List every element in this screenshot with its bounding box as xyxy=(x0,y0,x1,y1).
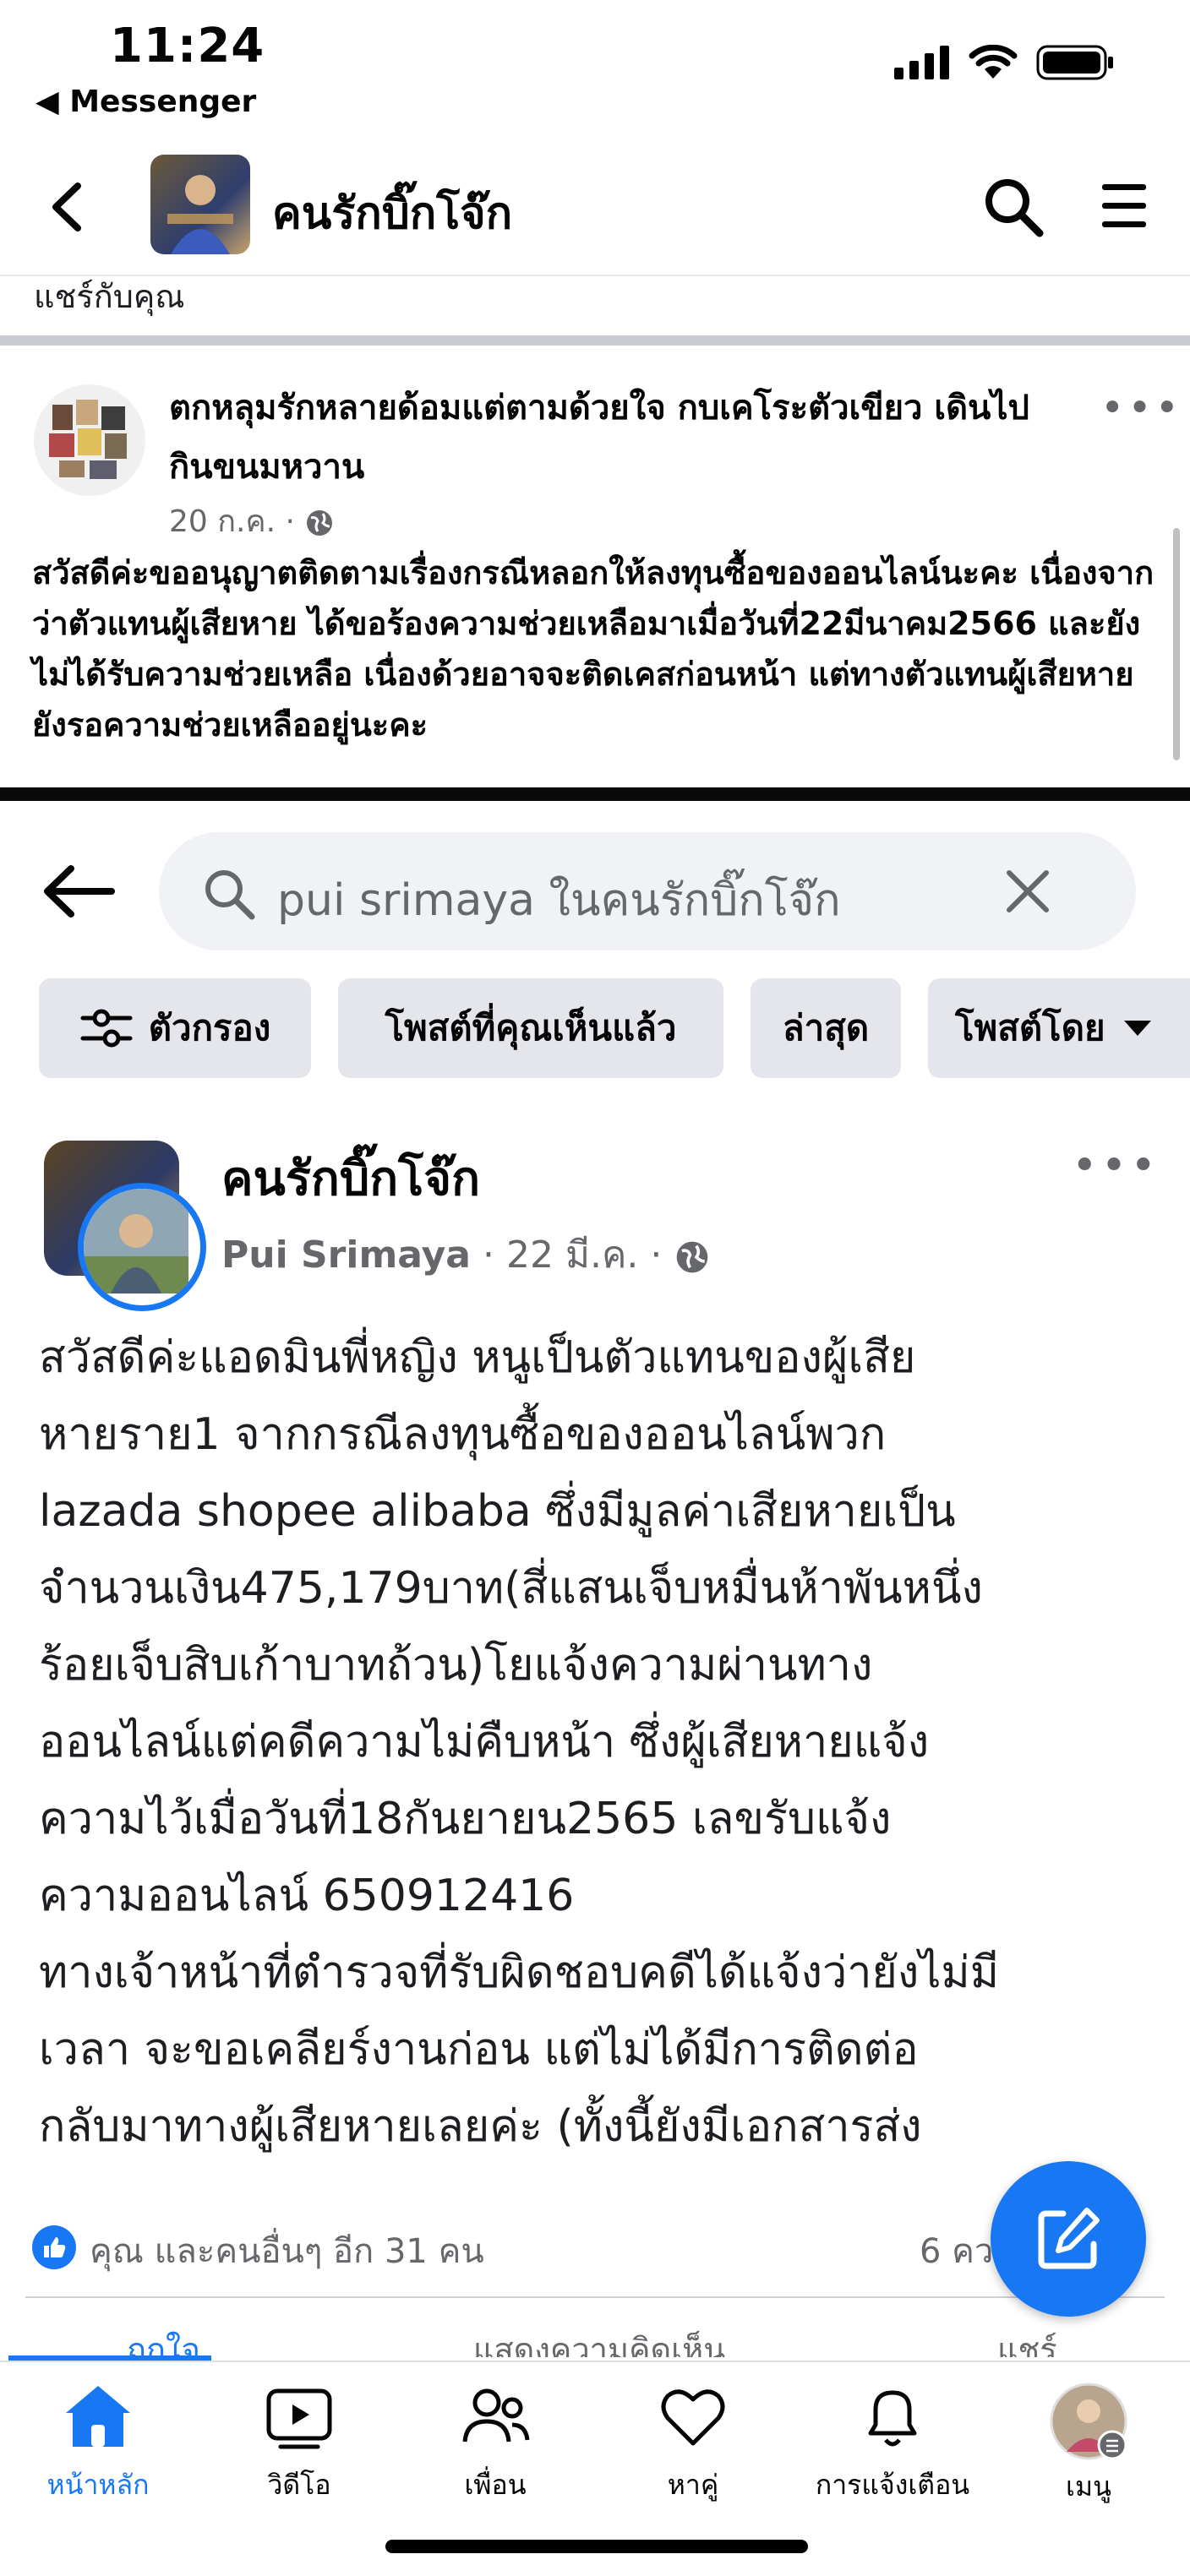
author-photo-icon xyxy=(84,1189,188,1293)
home-indicator xyxy=(385,2540,808,2553)
heart-icon xyxy=(661,2389,725,2446)
shared-with-you-text: แชร์กับคุณ xyxy=(34,278,185,315)
section-divider xyxy=(0,335,1190,346)
nav-home-label: หน้าหลัก xyxy=(46,2469,150,2501)
screenshot-divider xyxy=(0,787,1190,801)
nav-home[interactable]: หน้าหลัก xyxy=(14,2381,183,2507)
compose-button[interactable] xyxy=(991,2161,1146,2317)
filter-chip-label: ตัวกรอง xyxy=(148,1007,271,1048)
nav-notifications[interactable]: การแจ้งเตือน xyxy=(808,2381,977,2507)
share-button[interactable]: แชร์ xyxy=(997,2323,1057,2357)
nav-notifications-label: การแจ้งเตือน xyxy=(815,2469,970,2501)
group-title[interactable]: คนรักบิ๊กโจ๊ก xyxy=(272,177,512,248)
status-icons xyxy=(894,44,1114,81)
search-input[interactable]: pui srimaya ในคนรักบิ๊กโจ๊ก xyxy=(159,832,1136,950)
nav-menu[interactable]: เมนู xyxy=(1004,2381,1173,2508)
nav-menu-label: เมนู xyxy=(1066,2470,1111,2502)
back-arrow-icon[interactable] xyxy=(41,862,117,921)
more-options-icon[interactable]: ••• xyxy=(1072,1141,1160,1191)
video-icon xyxy=(266,2388,332,2449)
search-icon[interactable] xyxy=(982,176,1045,238)
filter-chip[interactable]: ตัวกรอง xyxy=(39,978,311,1078)
globe-icon xyxy=(676,1241,708,1273)
group-avatar[interactable] xyxy=(150,155,250,254)
reactions-summary[interactable]: คุณ และคนอื่นๆ อีก 31 คน xyxy=(90,2224,484,2278)
more-options-icon[interactable]: ••• xyxy=(1100,384,1182,432)
latest-chip[interactable]: ล่าสุด xyxy=(751,978,901,1078)
person-photo-icon xyxy=(167,175,233,254)
post-body: สวัสดีค่ะขออนุญาตติดตามเรื่องกรณีหลอกให้… xyxy=(32,554,1155,743)
scrollbar[interactable] xyxy=(1173,528,1180,760)
post-body: สวัสดีค่ะแอดมินพี่หญิง หนูเป็นตัวแทนของผ… xyxy=(39,1332,999,2152)
like-reaction-icon xyxy=(32,2225,76,2269)
comment-button[interactable]: แสดงความคิดเห็น xyxy=(473,2323,725,2357)
author-name[interactable]: Pui Srimaya xyxy=(221,1234,471,1277)
home-icon xyxy=(66,2386,130,2447)
hamburger-menu-icon[interactable] xyxy=(1099,179,1149,231)
post-title[interactable]: ตกหลุมรักหลายด้อมแต่ตามด้วยใจ กบเคโระตัว… xyxy=(169,379,1065,497)
seen-posts-chip[interactable]: โพสต์ที่คุณเห็นแล้ว xyxy=(338,978,723,1078)
wifi-icon xyxy=(969,45,1018,79)
post-date: 20 ก.ค. · xyxy=(169,497,335,545)
nav-dating-label: หาคู่ xyxy=(667,2469,719,2501)
collage-photo-icon xyxy=(49,400,127,479)
sliders-icon xyxy=(80,1009,133,1048)
post-date-text: 20 ก.ค. · xyxy=(169,504,305,539)
group-name[interactable]: คนรักบิ๊กโจ๊ก xyxy=(221,1141,480,1216)
search-icon xyxy=(205,870,255,920)
nav-friends-label: เพื่อน xyxy=(464,2469,527,2501)
post-actions: ถูกใจ แสดงความคิดเห็น แชร์ xyxy=(0,2315,1190,2357)
latest-chip-label: ล่าสุด xyxy=(782,1007,870,1048)
friends-icon xyxy=(462,2388,530,2443)
seen-posts-chip-label: โพสต์ที่คุณเห็นแล้ว xyxy=(385,1007,677,1048)
posted-by-chip-label: โพสต์โดย xyxy=(955,1007,1105,1048)
like-button[interactable]: ถูกใจ xyxy=(127,2323,200,2357)
battery-icon xyxy=(1036,45,1113,80)
post-author-avatar[interactable] xyxy=(34,384,145,496)
author-avatar[interactable] xyxy=(78,1183,206,1311)
post-meta: Pui Srimaya · 22 มี.ค. · xyxy=(221,1225,711,1284)
post-date-text: · 22 มี.ค. · xyxy=(471,1234,674,1277)
search-query-text: pui srimaya ในคนรักบิ๊กโจ๊ก xyxy=(277,875,841,926)
nav-video-label: วิดีโอ xyxy=(267,2469,331,2501)
posted-by-chip[interactable]: โพสต์โดย xyxy=(928,978,1190,1078)
actions-divider xyxy=(25,2296,1165,2298)
bell-icon xyxy=(868,2390,917,2447)
chevron-down-icon xyxy=(1123,1021,1151,1036)
cellular-signal-icon xyxy=(894,46,949,79)
nav-friends[interactable]: เพื่อน xyxy=(411,2381,580,2507)
nav-dating[interactable]: หาคู่ xyxy=(609,2381,778,2507)
group-header: คนรักบิ๊กโจ๊ก xyxy=(0,144,1190,276)
back-chevron-icon[interactable] xyxy=(42,177,93,237)
nav-video[interactable]: วิดีโอ xyxy=(215,2381,384,2507)
status-time: 11:24 xyxy=(110,19,265,74)
clear-search-icon[interactable] xyxy=(1004,868,1051,915)
back-to-messenger-link[interactable]: ◀ Messenger xyxy=(35,84,256,119)
globe-icon xyxy=(307,510,333,536)
edit-icon xyxy=(1038,2208,1100,2269)
profile-avatar-icon xyxy=(1050,2383,1127,2460)
